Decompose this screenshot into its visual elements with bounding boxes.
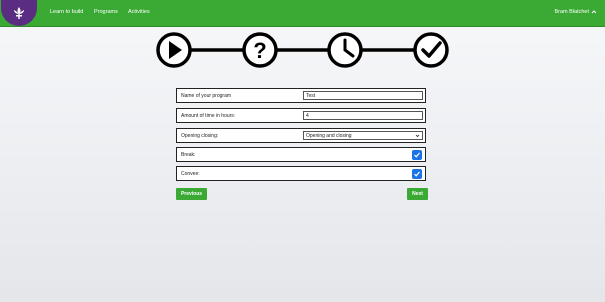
program-name-label: Name of your program bbox=[181, 93, 232, 99]
nav-link-programs[interactable]: Programs bbox=[94, 9, 118, 15]
nav-link-learn-to-build[interactable]: Learn to build bbox=[50, 9, 83, 15]
opening-closing-selected: Opening and closing bbox=[306, 132, 352, 139]
break-checkbox[interactable] bbox=[412, 150, 422, 160]
convee-label: Convee: bbox=[181, 171, 200, 177]
break-row: Break: bbox=[176, 147, 426, 162]
top-navbar: Learn to build Programs Activities Bram … bbox=[0, 0, 605, 27]
hours-label: Amount of time in hours: bbox=[181, 113, 236, 119]
opening-closing-select[interactable]: Opening and closing bbox=[303, 131, 423, 140]
chevron-up-icon bbox=[591, 10, 597, 14]
nav-link-activities[interactable]: Activities bbox=[128, 9, 150, 15]
convee-checkbox[interactable] bbox=[412, 169, 422, 179]
question-mark-icon[interactable]: ? bbox=[242, 32, 278, 68]
next-button[interactable]: Next bbox=[407, 188, 428, 200]
play-icon[interactable] bbox=[156, 32, 192, 68]
program-name-input[interactable]: Test bbox=[303, 91, 423, 100]
hours-row: Amount of time in hours: 4 bbox=[176, 108, 426, 123]
convee-row: Convee: bbox=[176, 166, 426, 181]
program-name-row: Name of your program Test bbox=[176, 88, 426, 103]
opening-closing-row: Opening closing: Opening and closing bbox=[176, 128, 426, 143]
chevron-down-icon bbox=[415, 134, 420, 138]
scout-logo[interactable] bbox=[1, 0, 37, 26]
checkmark-icon bbox=[414, 171, 420, 177]
progress-stepper: ? bbox=[156, 32, 449, 68]
user-menu[interactable]: Bram Blatchet bbox=[554, 9, 597, 15]
checkmark-icon bbox=[414, 152, 420, 158]
checkmark-icon[interactable] bbox=[413, 32, 449, 68]
hours-input[interactable]: 4 bbox=[303, 111, 423, 120]
opening-closing-label: Opening closing: bbox=[181, 133, 219, 139]
user-name: Bram Blatchet bbox=[554, 9, 589, 15]
svg-text:?: ? bbox=[253, 38, 266, 63]
fleur-de-lis-icon bbox=[14, 7, 24, 19]
break-label: Break: bbox=[181, 152, 196, 158]
previous-button[interactable]: Previous bbox=[176, 188, 207, 200]
clock-icon[interactable] bbox=[327, 32, 363, 68]
